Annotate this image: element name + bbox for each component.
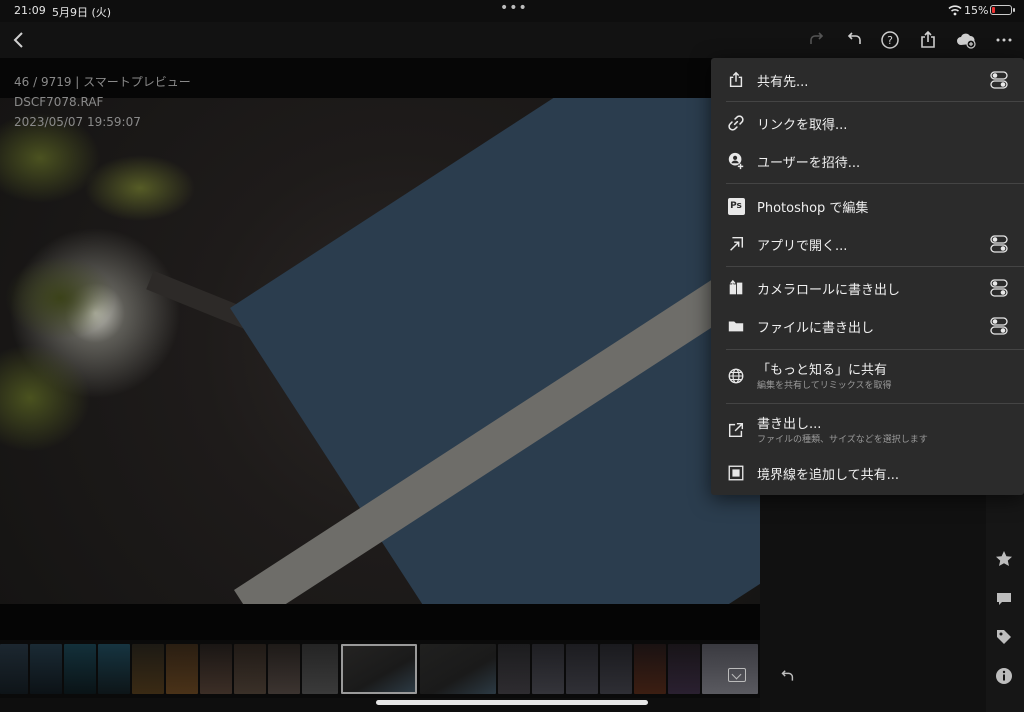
cloud-add-icon[interactable] xyxy=(955,29,977,51)
filmstrip[interactable] xyxy=(0,640,760,698)
filmstrip-thumb[interactable] xyxy=(302,644,338,694)
menu-divider xyxy=(726,183,1024,184)
help-icon[interactable]: ? xyxy=(879,29,901,51)
top-toolbar: ? xyxy=(0,22,1024,58)
photoshop-icon: Ps xyxy=(726,196,746,216)
menu-divider xyxy=(726,349,1024,350)
border-icon xyxy=(726,463,746,483)
export-icon xyxy=(726,420,746,440)
menu-item-border-share[interactable]: 境界線を追加して共有... xyxy=(711,460,1024,486)
wifi-icon xyxy=(948,5,962,16)
status-date: 5月9日 (火) xyxy=(52,6,112,19)
photo-viewer[interactable]: 46 / 9719 | スマートプレビュー DSCF7078.RAF 2023/… xyxy=(0,58,760,604)
battery-percent: 15% xyxy=(964,4,989,17)
menu-label-invite-user: ユーザーを招待... xyxy=(757,156,861,171)
menu-label-get-link: リンクを取得... xyxy=(757,118,848,133)
folder-icon xyxy=(726,316,746,336)
open-in-app-icon xyxy=(726,234,746,254)
filmstrip-thumb[interactable] xyxy=(634,644,666,694)
home-indicator[interactable] xyxy=(376,700,648,705)
star-icon[interactable] xyxy=(994,549,1014,569)
share-to-icon xyxy=(726,70,746,90)
comment-icon[interactable] xyxy=(994,589,1014,609)
filmstrip-thumb[interactable] xyxy=(200,644,232,694)
toggle-icon[interactable] xyxy=(990,70,1008,90)
menu-item-open-in-app[interactable]: アプリで開く... xyxy=(711,231,1024,257)
back-icon[interactable] xyxy=(8,29,30,51)
filmstrip-collapse-icon[interactable] xyxy=(728,668,746,682)
svg-text:?: ? xyxy=(887,34,893,47)
photo-counter: 46 / 9719 | スマートプレビュー xyxy=(14,75,191,89)
filmstrip-thumb[interactable] xyxy=(98,644,130,694)
toggle-icon[interactable] xyxy=(990,316,1008,336)
photo-foliage xyxy=(0,98,210,458)
photo-bottom-band xyxy=(0,604,760,640)
status-bar: 21:09 5月9日 (火) ••• 15% xyxy=(0,0,1024,22)
menu-divider xyxy=(726,403,1024,404)
filmstrip-thumb[interactable] xyxy=(532,644,564,694)
menu-sub-export: ファイルの種類、サイズなどを選択します xyxy=(757,435,928,445)
filmstrip-thumb[interactable] xyxy=(30,644,62,694)
menu-label-share-discover: 「もっと知る」に共有 xyxy=(757,363,888,378)
share-menu: 共有先... リンクを取得... ユーザーを招待... Ps Photoshop… xyxy=(711,58,1024,495)
camera-roll-icon xyxy=(726,278,746,298)
filmstrip-thumb[interactable] xyxy=(566,644,598,694)
photo-info-overlay: 46 / 9719 | スマートプレビュー DSCF7078.RAF 2023/… xyxy=(14,72,191,132)
status-time: 21:09 xyxy=(14,4,46,17)
more-icon[interactable] xyxy=(993,29,1015,51)
menu-label-share-to: 共有先... xyxy=(757,75,809,90)
menu-item-export[interactable]: 書き出し... ファイルの種類、サイズなどを選択します xyxy=(711,411,1024,447)
filmstrip-thumb[interactable] xyxy=(498,644,530,694)
photoshop-badge: Ps xyxy=(727,197,745,215)
menu-item-photoshop[interactable]: Ps Photoshop で編集 xyxy=(711,193,1024,219)
battery-tip xyxy=(1013,8,1015,12)
filmstrip-thumb[interactable] xyxy=(600,644,632,694)
side-icon-bar xyxy=(986,495,1024,712)
menu-label-camera-roll: カメラロールに書き出し xyxy=(757,283,901,298)
menu-sub-share-discover: 編集を共有してリミックスを取得 xyxy=(757,381,892,391)
link-icon xyxy=(726,113,746,133)
photo-datetime: 2023/05/07 19:59:07 xyxy=(14,115,141,129)
toggle-icon[interactable] xyxy=(990,278,1008,298)
redo-icon[interactable] xyxy=(806,29,828,51)
menu-label-export-files: ファイルに書き出し xyxy=(757,321,875,336)
filmstrip-thumb-selected[interactable] xyxy=(341,644,417,694)
filmstrip-thumb[interactable] xyxy=(420,644,496,694)
menu-item-get-link[interactable]: リンクを取得... xyxy=(711,110,1024,136)
menu-item-camera-roll[interactable]: カメラロールに書き出し xyxy=(711,275,1024,301)
multitask-dots[interactable]: ••• xyxy=(500,0,528,16)
info-icon[interactable] xyxy=(994,666,1014,686)
menu-divider xyxy=(726,266,1024,267)
undo-icon[interactable] xyxy=(843,29,865,51)
filmstrip-thumb[interactable] xyxy=(668,644,700,694)
filmstrip-thumb[interactable] xyxy=(132,644,164,694)
battery-icon xyxy=(990,5,1012,15)
menu-divider xyxy=(726,101,1024,102)
tag-icon[interactable] xyxy=(994,627,1014,647)
undo-bottom-icon[interactable] xyxy=(778,668,796,686)
menu-item-share-discover[interactable]: 「もっと知る」に共有 編集を共有してリミックスを取得 xyxy=(711,357,1024,393)
menu-label-border-share: 境界線を追加して共有... xyxy=(757,468,900,483)
menu-label-export: 書き出し... xyxy=(757,417,822,432)
toggle-icon[interactable] xyxy=(990,234,1008,254)
filmstrip-thumb[interactable] xyxy=(268,644,300,694)
menu-item-share-to[interactable]: 共有先... xyxy=(711,67,1024,93)
filmstrip-thumb[interactable] xyxy=(166,644,198,694)
globe-icon xyxy=(726,366,746,386)
filmstrip-thumb[interactable] xyxy=(64,644,96,694)
filmstrip-thumb[interactable] xyxy=(234,644,266,694)
menu-item-export-files[interactable]: ファイルに書き出し xyxy=(711,313,1024,339)
menu-label-photoshop: Photoshop で編集 xyxy=(757,201,869,216)
menu-item-invite-user[interactable]: ユーザーを招待... xyxy=(711,148,1024,174)
filmstrip-thumb[interactable] xyxy=(0,644,28,694)
invite-user-icon xyxy=(726,151,746,171)
menu-label-open-in-app: アプリで開く... xyxy=(757,239,848,254)
share-icon[interactable] xyxy=(917,29,939,51)
photo-filename: DSCF7078.RAF xyxy=(14,95,104,109)
